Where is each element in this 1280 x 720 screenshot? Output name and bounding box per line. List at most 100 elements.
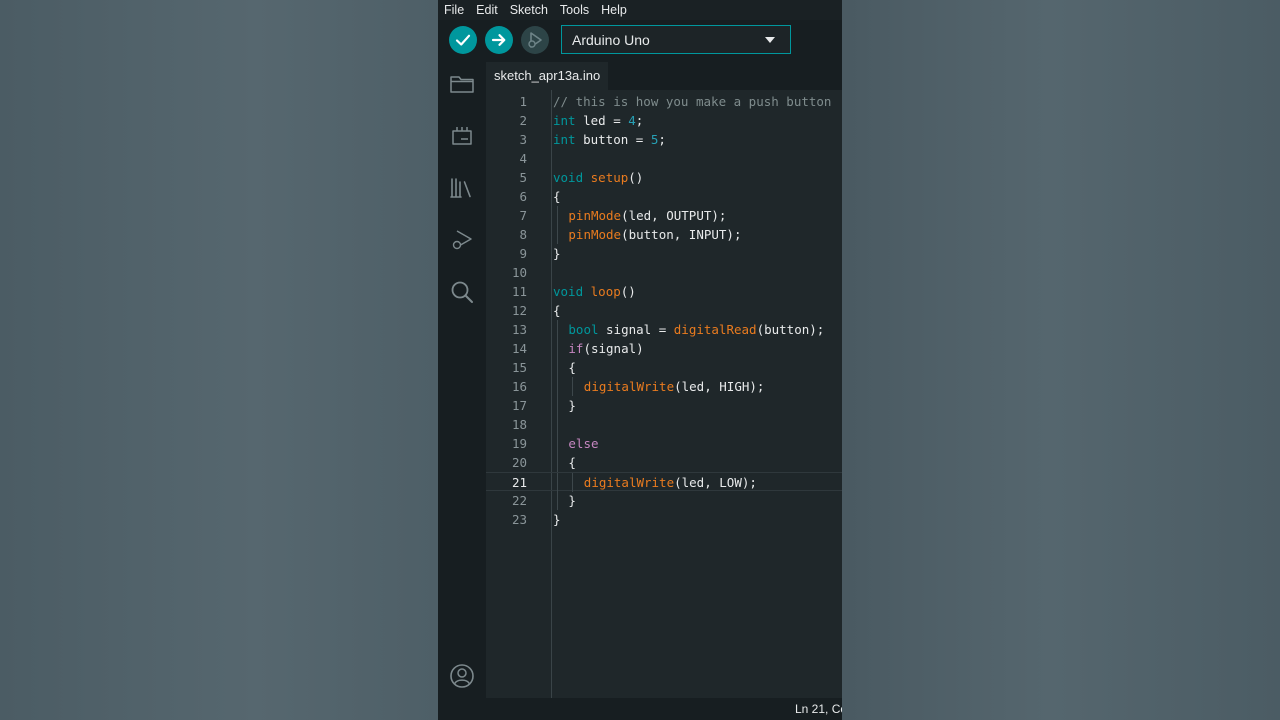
board-manager-icon[interactable] [448,122,476,150]
code-line[interactable]: 19 else [486,434,842,453]
code-line[interactable]: 9} [486,244,842,263]
code-token: bool [568,322,599,337]
line-number: 13 [511,322,527,337]
line-number: 1 [519,94,527,109]
account-icon[interactable] [448,662,476,690]
code-token: (button, INPUT); [621,227,742,242]
code-line[interactable]: 6{ [486,187,842,206]
chevron-down-icon [765,36,775,43]
code-line[interactable]: 15 { [486,358,842,377]
code-token: signal = [598,322,674,337]
indent-guide [557,415,558,434]
code-token: ; [658,132,666,147]
code-text: int button = 5; [553,130,666,149]
line-number: 19 [511,436,527,451]
menu-help[interactable]: Help [595,0,633,20]
code-token: led = [575,113,629,128]
code-line[interactable]: 21 digitalWrite(led, LOW); [486,472,842,492]
debug-icon[interactable] [448,226,476,254]
code-token: () [628,170,644,185]
code-line[interactable]: 22} [486,491,842,510]
code-line[interactable]: 1 // this is how you make a push button [486,92,842,111]
verify-button[interactable] [449,26,477,54]
code-text: { [553,301,561,320]
line-number: 12 [511,303,527,318]
code-line[interactable]: 3 int button = 5; [486,130,842,149]
code-line[interactable]: 18 [486,415,842,434]
code-line[interactable]: 23} [486,510,842,529]
menu-sketch[interactable]: Sketch [504,0,554,20]
line-number: 22 [511,493,527,508]
status-bar: Ln 21, Co [438,698,842,720]
code-line[interactable]: 8 pinMode(button, INPUT); [486,225,842,244]
search-icon[interactable] [448,278,476,306]
code-token: { [553,303,561,318]
code-token: loop [590,284,621,299]
indent-guide [572,473,574,492]
board-selector[interactable]: Arduino Uno [561,25,791,54]
code-text: { [568,358,576,377]
code-text: } [568,396,576,415]
code-token: // this is how you make a push button [553,94,832,109]
code-line[interactable]: 14 if(signal) [486,339,842,358]
code-text: bool signal = digitalRead(button); [568,320,824,339]
indent-guide [557,491,558,510]
code-token: ; [635,113,644,128]
indent-guide [557,339,558,358]
code-token: else [568,436,599,451]
code-token: void [553,170,584,185]
line-number: 21 [511,475,527,490]
line-number: 18 [511,417,527,432]
menu-file[interactable]: File [438,0,470,20]
code-text: } [568,491,576,510]
line-number: 15 [511,360,527,375]
line-number: 23 [511,512,527,527]
menu-edit[interactable]: Edit [470,0,504,20]
line-number: 20 [511,455,527,470]
debug-button[interactable] [521,26,549,54]
line-number: 8 [519,227,527,242]
tab-bar: sketch_apr13a.ino [486,62,842,90]
code-token: (button); [756,322,825,337]
code-line[interactable]: 2 int led = 4; [486,111,842,130]
code-line[interactable]: 4 [486,149,842,168]
code-token: digitalWrite [583,475,675,490]
folder-icon[interactable] [448,70,476,98]
library-icon[interactable] [448,174,476,202]
code-line[interactable]: 13 bool signal = digitalRead(button); [486,320,842,339]
code-text: else [568,434,598,453]
indent-guide [557,473,558,492]
code-text: pinMode(led, OUTPUT); [568,206,726,225]
code-line[interactable]: 5 void setup() [486,168,842,187]
code-token: int [553,113,576,128]
code-line[interactable]: 7 pinMode(led, OUTPUT); [486,206,842,225]
code-text: void setup() [553,168,643,187]
debug-icon [528,32,542,48]
code-line[interactable]: 12 { [486,301,842,320]
arduino-ide-window: File Edit Sketch Tools Help Arduino Uno [438,0,842,720]
code-line[interactable]: 16 digitalWrite(led, HIGH); [486,377,842,396]
code-token: } [568,398,576,413]
code-line[interactable]: 20 { [486,453,842,472]
upload-button[interactable] [485,26,513,54]
code-token: pinMode [568,208,622,223]
code-token: } [553,512,561,527]
indent-guide [557,225,558,244]
indent-guide [557,206,558,225]
code-text: int led = 4; [553,111,643,130]
menu-tools[interactable]: Tools [554,0,595,20]
code-text: { [553,187,561,206]
line-number: 10 [511,265,527,280]
code-line[interactable]: 10 [486,263,842,282]
code-token: { [568,360,576,375]
code-line[interactable]: 11 void loop() [486,282,842,301]
line-number: 5 [519,170,527,185]
cursor-position[interactable]: Ln 21, Co [795,702,842,716]
code-editor[interactable]: 1 // this is how you make a push button 2 i… [486,90,842,698]
tab-sketch-file[interactable]: sketch_apr13a.ino [486,62,609,90]
arrow-right-icon [491,34,506,46]
line-number: 2 [519,113,527,128]
code-line[interactable]: 17} [486,396,842,415]
code-token: 4 [628,113,636,128]
